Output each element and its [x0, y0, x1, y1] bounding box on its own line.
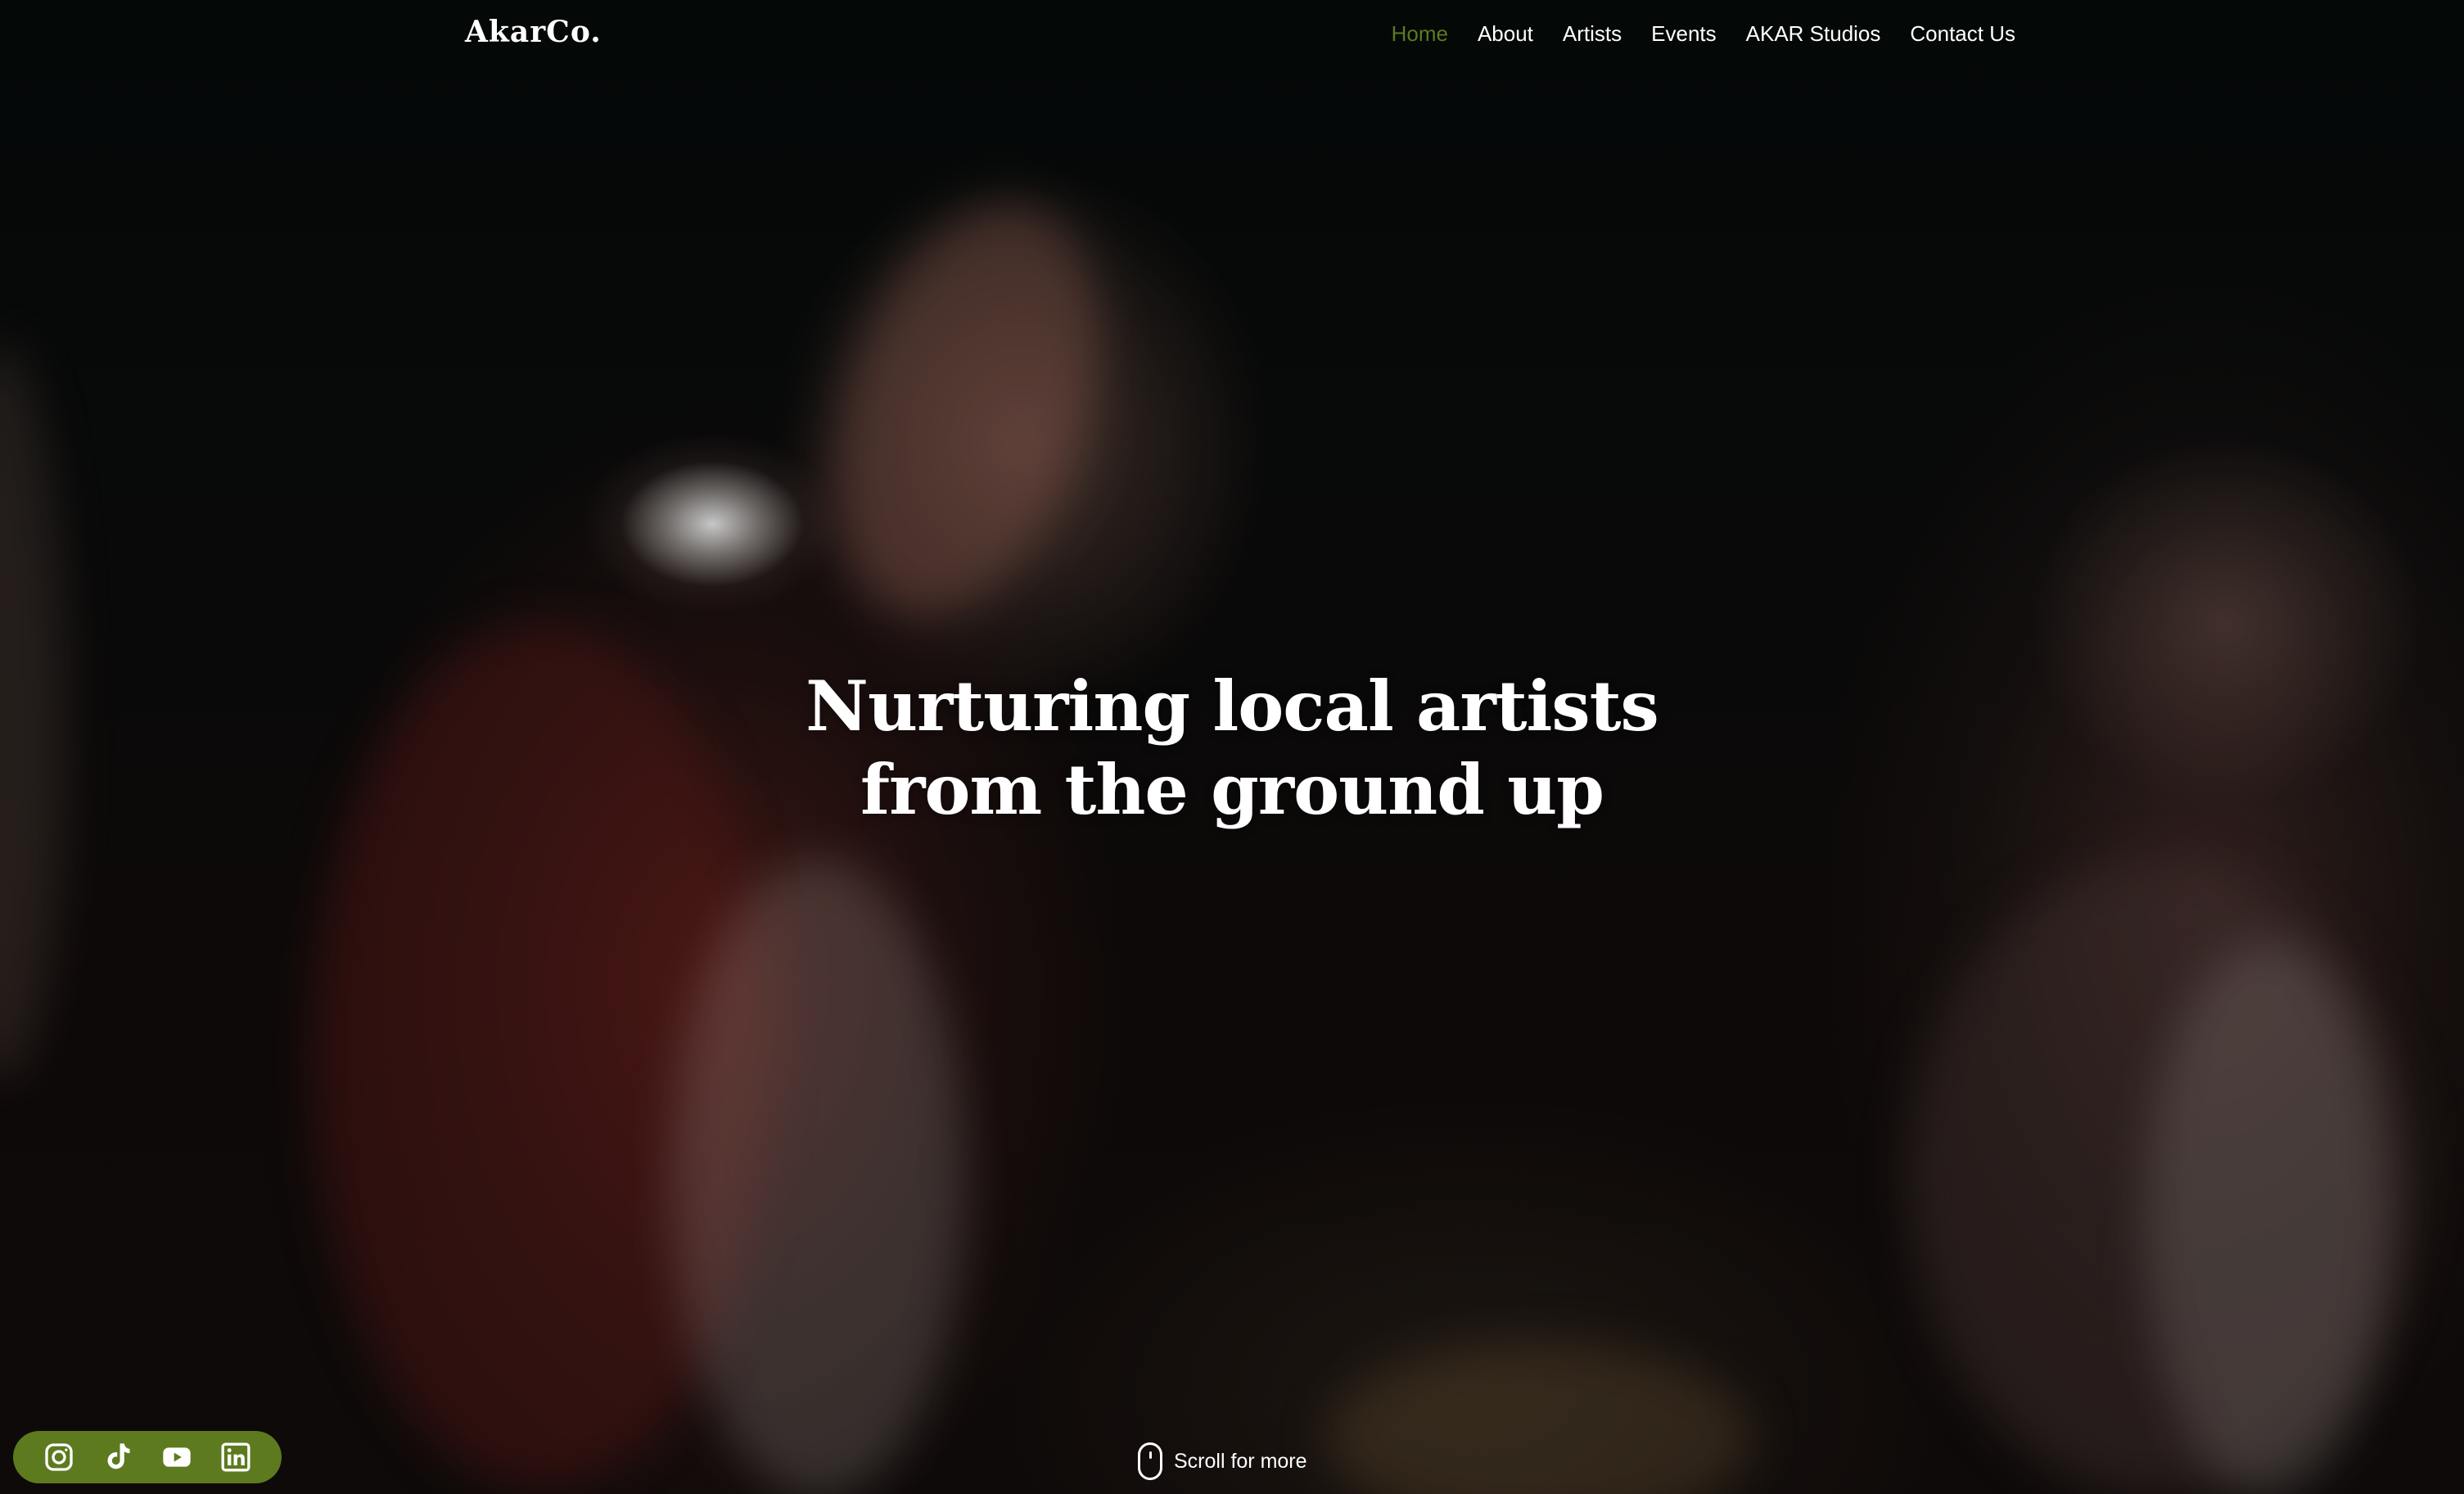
nav-item-artists[interactable]: Artists [1563, 21, 1622, 47]
nav-item-home[interactable]: Home [1392, 21, 1448, 47]
instagram-icon [45, 1443, 73, 1471]
hero-headline-line-2: from the ground up [860, 749, 1604, 830]
hero-headline-line-1: Nurturing local artists [806, 666, 1659, 747]
nav-item-events[interactable]: Events [1651, 21, 1717, 47]
tiktok-icon [107, 1443, 130, 1469]
social-links-bar [13, 1431, 282, 1483]
youtube-link[interactable] [159, 1439, 195, 1475]
nav-item-akar-studios[interactable]: AKAR Studios [1746, 21, 1881, 47]
instagram-link[interactable] [41, 1439, 77, 1475]
youtube-icon [163, 1447, 191, 1467]
hero-headline: Nurturing local artists from the ground … [0, 665, 2464, 832]
brand-logo[interactable]: AkarCo. [465, 15, 602, 49]
hero-section: AkarCo. Home About Artists Events AKAR S… [0, 0, 2464, 1494]
top-navigation: AkarCo. Home About Artists Events AKAR S… [0, 0, 2464, 70]
nav-menu: Home About Artists Events AKAR Studios C… [1392, 21, 2015, 47]
mouse-icon [1138, 1442, 1162, 1480]
linkedin-link[interactable] [218, 1439, 254, 1475]
tiktok-link[interactable] [100, 1439, 136, 1475]
scroll-label: Scroll for more [1174, 1449, 1307, 1473]
scroll-indicator[interactable]: Scroll for more [1138, 1442, 1307, 1480]
nav-item-about[interactable]: About [1478, 21, 1533, 47]
nav-item-contact-us[interactable]: Contact Us [1910, 21, 2015, 47]
linkedin-icon [221, 1442, 250, 1472]
